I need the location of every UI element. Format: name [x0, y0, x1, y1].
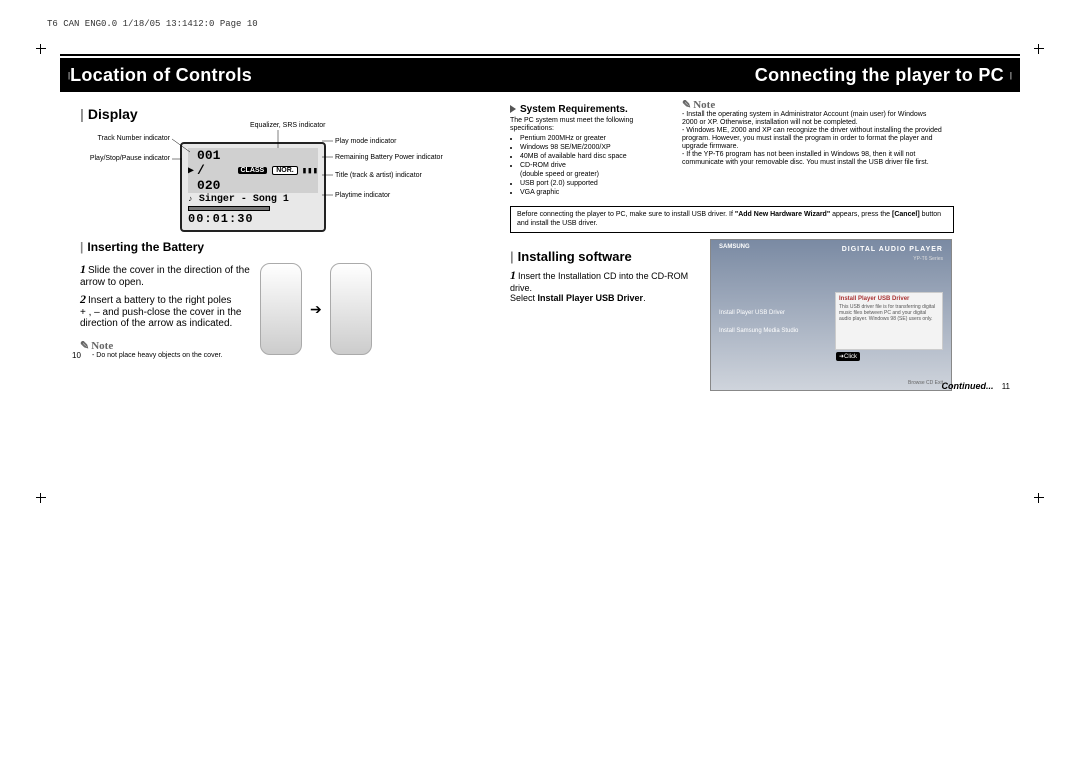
- page-number-left: 10: [72, 351, 81, 360]
- continued-label: Continued...: [941, 381, 993, 391]
- note-label-right: ✎Note: [682, 98, 942, 111]
- song-title: Singer - Song 1: [199, 194, 289, 205]
- left-page-title-bar: |Location of Controls: [60, 58, 500, 92]
- playtime: 00:01:30: [188, 212, 318, 226]
- note-label: ✎Note: [80, 340, 113, 352]
- click-callout: ➜Click: [836, 352, 860, 361]
- note-block: - Install the operating system in Admini…: [682, 111, 942, 167]
- screenshot-menu: Install Player USB Driver Install Samsun…: [719, 310, 798, 334]
- battery-heading: |Inserting the Battery: [80, 240, 480, 254]
- page-number-right: 11: [1002, 382, 1010, 391]
- label-track-number: Track Number indicator: [75, 135, 170, 143]
- install-heading: |Installing software: [510, 249, 700, 264]
- pencil-icon: ✎: [80, 339, 89, 352]
- install-step-1: 1Insert the Installation CD into the CD-…: [510, 268, 700, 303]
- label-play-stop-pause: Play/Stop/Pause indicator: [55, 155, 170, 163]
- crop-mark: [1034, 493, 1044, 503]
- arrow-icon: ➔: [310, 301, 322, 318]
- label-playtime: Playtime indicator: [335, 192, 390, 200]
- screenshot-panel: Install Player USB Driver This USB drive…: [835, 292, 943, 350]
- right-page-title: Connecting the player to PC: [755, 65, 1004, 86]
- left-page-title: Location of Controls: [70, 65, 252, 86]
- battery-step-2: 2Insert a battery to the right poles+ , …: [80, 292, 250, 329]
- installer-screenshot: SAMSUNG DIGITAL AUDIO PLAYER YP-T6 Serie…: [710, 239, 952, 391]
- sysreq-list: Pentium 200MHz or greater Windows 98 SE/…: [510, 135, 670, 197]
- label-battery: Remaining Battery Power indicator: [335, 154, 443, 162]
- sysreq-heading: System Requirements.: [510, 104, 670, 115]
- sysreq-intro: The PC system must meet the following sp…: [510, 117, 670, 133]
- screenshot-footer: Browse CD Exit: [908, 380, 943, 386]
- pencil-icon: ✎: [682, 98, 691, 111]
- note-text: - Do not place heavy objects on the cove…: [92, 352, 250, 360]
- crop-mark: [36, 493, 46, 503]
- crop-mark: [36, 44, 46, 54]
- display-heading: |Display: [80, 106, 480, 122]
- progress-bar: [188, 206, 270, 211]
- page-header-meta: T6 CAN ENG0.0 1/18/05 13:1412:0 Page 10: [47, 19, 258, 29]
- screenshot-model: YP-T6 Series: [913, 256, 943, 262]
- battery-illustration: ➔: [260, 258, 372, 360]
- triangle-icon: [510, 105, 516, 113]
- track-counter: 001 / 020: [197, 148, 233, 193]
- label-title-artist: Title (track & artist) indicator: [335, 172, 422, 180]
- right-page-title-bar: Connecting the player to PC|: [500, 58, 1020, 92]
- device-display: ▶ 001 / 020 CLASS NOR. ▮▮▮ ♪ Singer - So…: [180, 142, 326, 232]
- samsung-logo: SAMSUNG: [719, 244, 750, 250]
- screenshot-title: DIGITAL AUDIO PLAYER: [842, 246, 943, 253]
- crop-mark: [1034, 44, 1044, 54]
- label-eq-srs: Equalizer, SRS indicator: [250, 122, 325, 130]
- battery-icon: ▮▮▮: [302, 166, 318, 176]
- label-play-mode: Play mode indicator: [335, 138, 396, 146]
- battery-step-1: 1Slide the cover in the direction of the…: [80, 262, 250, 288]
- warning-box: Before connecting the player to PC, make…: [510, 206, 954, 233]
